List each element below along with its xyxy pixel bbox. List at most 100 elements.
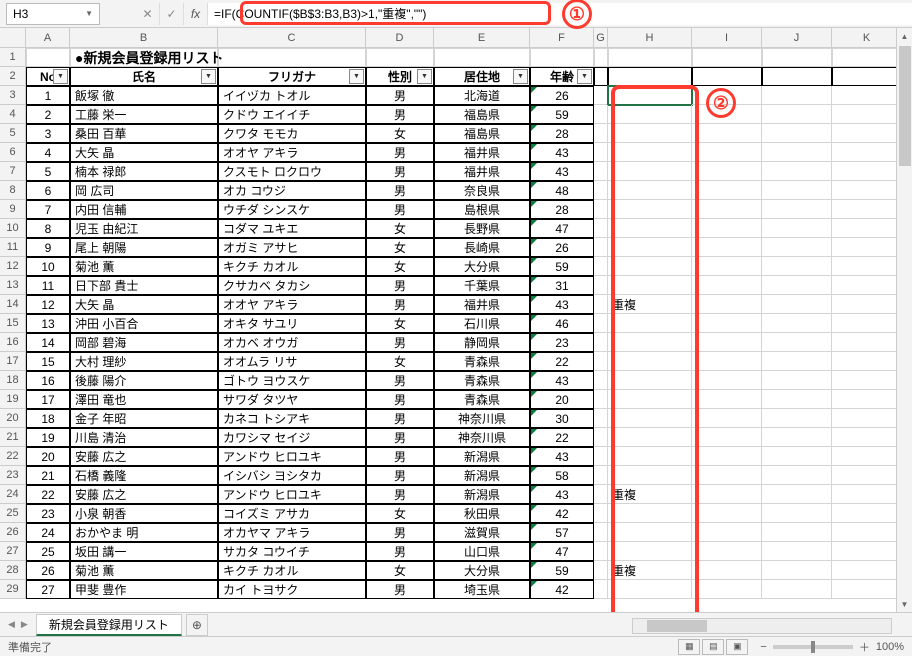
empty-cell[interactable]	[762, 162, 832, 181]
cell-name[interactable]: 楠本 禄郎	[70, 162, 218, 181]
select-all-corner[interactable]	[0, 28, 26, 47]
view-normal-button[interactable]: ▦	[678, 639, 700, 655]
empty-cell[interactable]	[692, 162, 762, 181]
cell-kana[interactable]: コイズミ アサカ	[218, 504, 366, 523]
filter-dropdown-icon[interactable]: ▼	[417, 69, 432, 84]
cell-pref[interactable]: 大分県	[434, 257, 530, 276]
zoom-slider[interactable]	[773, 645, 853, 649]
cell-sex[interactable]: 女	[366, 257, 434, 276]
cell-h[interactable]	[608, 504, 692, 523]
empty-cell[interactable]	[762, 314, 832, 333]
filter-dropdown-icon[interactable]: ▼	[513, 69, 528, 84]
col-header-J[interactable]: J	[762, 28, 832, 47]
empty-cell[interactable]	[692, 371, 762, 390]
row-header[interactable]: 10	[0, 219, 26, 238]
cell-no[interactable]: 27	[26, 580, 70, 599]
cell-h[interactable]: 重複	[608, 561, 692, 580]
cell-sex[interactable]: 男	[366, 181, 434, 200]
empty-cell[interactable]	[594, 181, 608, 200]
cell-age[interactable]: 48	[530, 181, 594, 200]
cell-name[interactable]: 菊池 薫	[70, 257, 218, 276]
cell-sex[interactable]: 男	[366, 390, 434, 409]
empty-cell[interactable]	[832, 219, 902, 238]
row-header[interactable]: 16	[0, 333, 26, 352]
empty-cell[interactable]	[832, 124, 902, 143]
cell-h[interactable]	[608, 105, 692, 124]
col-kana-header[interactable]: フリガナ▼	[218, 67, 366, 86]
cell-kana[interactable]: オカ コウジ	[218, 181, 366, 200]
cell-pref[interactable]: 滋賀県	[434, 523, 530, 542]
cell-age[interactable]: 59	[530, 105, 594, 124]
col-header-G[interactable]: G	[594, 28, 608, 47]
cell-name[interactable]: 小泉 朝香	[70, 504, 218, 523]
cell-h[interactable]	[608, 257, 692, 276]
empty-cell[interactable]	[762, 485, 832, 504]
cell-age[interactable]: 58	[530, 466, 594, 485]
col-header-F[interactable]: F	[530, 28, 594, 47]
cell-pref[interactable]: 青森県	[434, 371, 530, 390]
cell-name[interactable]: 大村 理紗	[70, 352, 218, 371]
empty-cell[interactable]	[692, 523, 762, 542]
cell-name[interactable]: 岡 広司	[70, 181, 218, 200]
cell-h[interactable]	[608, 143, 692, 162]
col-header-K[interactable]: K	[832, 28, 902, 47]
empty-cell[interactable]	[832, 86, 902, 105]
cell-name[interactable]: 沖田 小百合	[70, 314, 218, 333]
empty-cell[interactable]	[762, 219, 832, 238]
cell-sex[interactable]: 男	[366, 371, 434, 390]
page-title[interactable]: ●新規会員登録用リスト	[70, 48, 218, 67]
cell-sex[interactable]: 男	[366, 466, 434, 485]
view-pagebreak-button[interactable]: ▣	[726, 639, 748, 655]
empty-cell[interactable]	[832, 504, 902, 523]
empty-cell[interactable]	[832, 276, 902, 295]
empty-cell[interactable]	[692, 504, 762, 523]
empty-cell[interactable]	[366, 48, 434, 67]
cell-no[interactable]: 2	[26, 105, 70, 124]
cell-no[interactable]: 1	[26, 86, 70, 105]
empty-cell[interactable]	[692, 257, 762, 276]
cell-kana[interactable]: ゴトウ ヨウスケ	[218, 371, 366, 390]
empty-cell[interactable]	[832, 67, 902, 86]
scroll-down-icon[interactable]: ▼	[897, 596, 912, 612]
col-name-header[interactable]: 氏名▼	[70, 67, 218, 86]
horizontal-scrollbar[interactable]	[632, 618, 892, 634]
row-header[interactable]: 27	[0, 542, 26, 561]
cell-age[interactable]: 43	[530, 447, 594, 466]
cell-name[interactable]: 金子 年昭	[70, 409, 218, 428]
cell-kana[interactable]: アンドウ ヒロユキ	[218, 485, 366, 504]
empty-cell[interactable]	[692, 67, 762, 86]
empty-cell[interactable]	[832, 143, 902, 162]
cell-sex[interactable]: 男	[366, 523, 434, 542]
empty-cell[interactable]	[692, 447, 762, 466]
empty-cell[interactable]	[692, 105, 762, 124]
cell-pref[interactable]: 奈良県	[434, 181, 530, 200]
cell-sex[interactable]: 男	[366, 143, 434, 162]
empty-cell[interactable]	[594, 276, 608, 295]
cell-no[interactable]: 12	[26, 295, 70, 314]
empty-cell[interactable]	[608, 67, 692, 86]
cell-name[interactable]: 飯塚 徹	[70, 86, 218, 105]
cell-pref[interactable]: 青森県	[434, 390, 530, 409]
empty-cell[interactable]	[594, 580, 608, 599]
empty-cell[interactable]	[692, 143, 762, 162]
accept-formula-button[interactable]: ✓	[160, 3, 184, 25]
cell-h[interactable]	[608, 219, 692, 238]
cell-age[interactable]: 22	[530, 352, 594, 371]
empty-cell[interactable]	[832, 561, 902, 580]
empty-cell[interactable]	[594, 390, 608, 409]
cell-h[interactable]: 重複	[608, 295, 692, 314]
row-header[interactable]: 21	[0, 428, 26, 447]
empty-cell[interactable]	[832, 523, 902, 542]
empty-cell[interactable]	[832, 409, 902, 428]
row-header[interactable]: 15	[0, 314, 26, 333]
cell-kana[interactable]: オカベ オウガ	[218, 333, 366, 352]
cell-no[interactable]: 17	[26, 390, 70, 409]
cell-pref[interactable]: 新潟県	[434, 485, 530, 504]
cell-kana[interactable]: オガミ アサヒ	[218, 238, 366, 257]
cell-sex[interactable]: 男	[366, 105, 434, 124]
sheet-nav-next-icon[interactable]: ▶	[21, 619, 28, 630]
cell-name[interactable]: 川島 清治	[70, 428, 218, 447]
filter-dropdown-icon[interactable]: ▼	[577, 69, 592, 84]
cell-name[interactable]: 工藤 栄一	[70, 105, 218, 124]
col-sex-header[interactable]: 性別▼	[366, 67, 434, 86]
